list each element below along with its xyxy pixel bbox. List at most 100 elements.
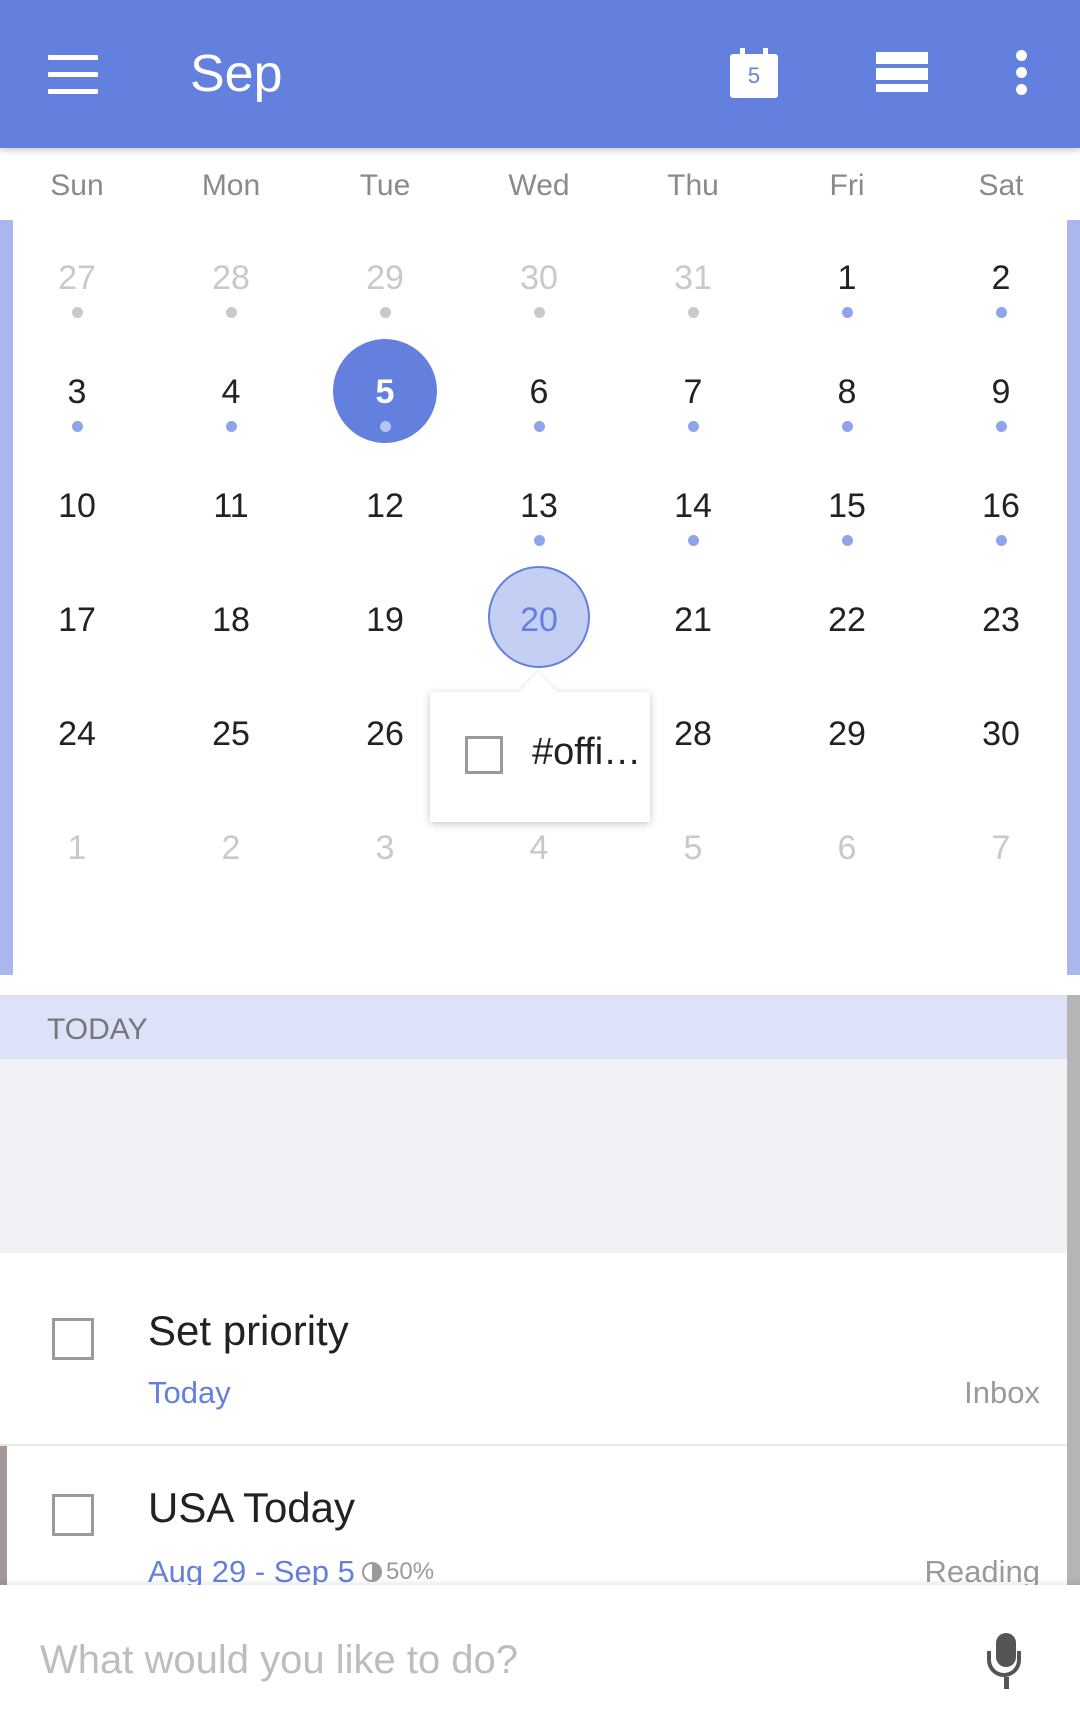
calendar-day[interactable]: 16: [924, 448, 1078, 574]
task-item[interactable]: Set priority Today Inbox: [0, 1253, 1067, 1443]
view-list-icon[interactable]: [876, 52, 928, 96]
calendar-day[interactable]: 30: [924, 676, 1078, 802]
calendar-day[interactable]: 1: [770, 220, 924, 346]
calendar-day[interactable]: 18: [154, 562, 308, 688]
calendar-day[interactable]: 3: [0, 334, 154, 460]
calendar-day[interactable]: 4: [154, 334, 308, 460]
popup-task-checkbox[interactable]: [465, 736, 503, 774]
task-indicator-dot: [687, 421, 699, 432]
day-number: 23: [982, 601, 1020, 639]
calendar-day[interactable]: 28: [154, 220, 308, 346]
calendar-day[interactable]: 21: [616, 562, 770, 688]
calendar-day[interactable]: 14: [616, 448, 770, 574]
day-number: 13: [520, 487, 558, 525]
day-number: 4: [529, 829, 549, 867]
day-number: 16: [982, 487, 1020, 525]
day-number: 19: [366, 601, 404, 639]
day-number: 2: [991, 259, 1011, 297]
day-number: 15: [828, 487, 866, 525]
task-indicator-dot: [687, 307, 699, 318]
day-number: 30: [982, 715, 1020, 753]
more-vert-icon[interactable]: [1008, 50, 1036, 98]
calendar-today-icon[interactable]: 5: [730, 48, 778, 98]
task-indicator-dot: [225, 307, 237, 318]
task-indicator-dot: [225, 421, 237, 432]
calendar-day[interactable]: 17: [0, 562, 154, 688]
day-number: 24: [58, 715, 96, 753]
task-indicator-dot: [533, 421, 545, 432]
day-number: 29: [366, 259, 404, 297]
calendar-day[interactable]: 10: [0, 448, 154, 574]
calendar-day[interactable]: 2: [924, 220, 1078, 346]
calendar-day[interactable]: 6: [770, 790, 924, 916]
task-priority-accent: [0, 1446, 7, 1586]
calendar-day[interactable]: 27: [0, 220, 154, 346]
day-number: 22: [828, 601, 866, 639]
task-checkbox[interactable]: [52, 1494, 94, 1536]
app-bar: Sep 5: [0, 0, 1080, 148]
calendar-day[interactable]: 7: [924, 790, 1078, 916]
task-project[interactable]: Inbox: [964, 1375, 1040, 1411]
task-indicator-dot: [995, 307, 1007, 318]
day-number: 8: [837, 373, 857, 411]
task-indicator-dot: [533, 307, 545, 318]
calendar-day[interactable]: 8: [770, 334, 924, 460]
section-label: TODAY: [47, 1013, 148, 1046]
day-number: 4: [221, 373, 241, 411]
weekday-mon: Mon: [201, 169, 261, 202]
calendar-day[interactable]: 29: [308, 220, 462, 346]
day-number: 7: [991, 829, 1011, 867]
day-number: 18: [212, 601, 250, 639]
calendar-day[interactable]: 15: [770, 448, 924, 574]
task-indicator-dot: [841, 535, 853, 546]
task-indicator-dot: [687, 535, 699, 546]
calendar-day[interactable]: 11: [154, 448, 308, 574]
weekday-header: Sun Mon Tue Wed Thu Fri Sat: [0, 148, 1080, 220]
day-number: 20: [520, 601, 558, 639]
task-indicator-dot: [841, 421, 853, 432]
day-number: 30: [520, 259, 558, 297]
calendar-day[interactable]: 30: [462, 220, 616, 346]
calendar-day[interactable]: 6: [462, 334, 616, 460]
task-project[interactable]: Reading: [925, 1554, 1040, 1585]
quick-add-input[interactable]: [40, 1635, 920, 1685]
calendar-day[interactable]: 24: [0, 676, 154, 802]
empty-area: [0, 1059, 1067, 1253]
task-item[interactable]: USA Today Aug 29 - Sep 5 50% Reading: [0, 1446, 1067, 1585]
progress-value: 50%: [386, 1558, 435, 1585]
day-number: 1: [67, 829, 87, 867]
calendar-day[interactable]: 19: [308, 562, 462, 688]
popup-task-text[interactable]: #offi…: [532, 730, 641, 774]
calendar-day[interactable]: 2: [154, 790, 308, 916]
calendar-day[interactable]: 5: [308, 334, 462, 460]
calendar-day[interactable]: 22: [770, 562, 924, 688]
today-section-header: TODAY: [0, 995, 1067, 1061]
calendar-day[interactable]: 20: [462, 562, 616, 688]
scrollbar[interactable]: [1067, 995, 1080, 1585]
task-checkbox[interactable]: [52, 1318, 94, 1360]
menu-icon[interactable]: [48, 55, 98, 95]
calendar-day[interactable]: 1: [0, 790, 154, 916]
calendar-day[interactable]: 13: [462, 448, 616, 574]
day-number: 12: [366, 487, 404, 525]
calendar-day[interactable]: 31: [616, 220, 770, 346]
month-title[interactable]: Sep: [190, 44, 283, 104]
task-title: Set priority: [148, 1307, 349, 1354]
calendar-day[interactable]: 9: [924, 334, 1078, 460]
weekday-wed: Wed: [508, 169, 570, 202]
calendar-icon-day: 5: [747, 63, 761, 88]
calendar-day[interactable]: 23: [924, 562, 1078, 688]
day-number: 27: [58, 259, 96, 297]
microphone-icon[interactable]: [984, 1633, 1030, 1693]
date-task-popup[interactable]: #offi…: [430, 672, 650, 822]
day-number: 2: [221, 829, 241, 867]
quick-add-bar: [0, 1585, 1080, 1732]
day-number: 1: [837, 259, 857, 297]
calendar-day[interactable]: 29: [770, 676, 924, 802]
calendar-day[interactable]: 25: [154, 676, 308, 802]
task-indicator-dot: [379, 307, 391, 318]
calendar-day[interactable]: 7: [616, 334, 770, 460]
task-indicator-dot: [995, 421, 1007, 432]
calendar-day[interactable]: 12: [308, 448, 462, 574]
task-date: Today: [148, 1375, 231, 1410]
